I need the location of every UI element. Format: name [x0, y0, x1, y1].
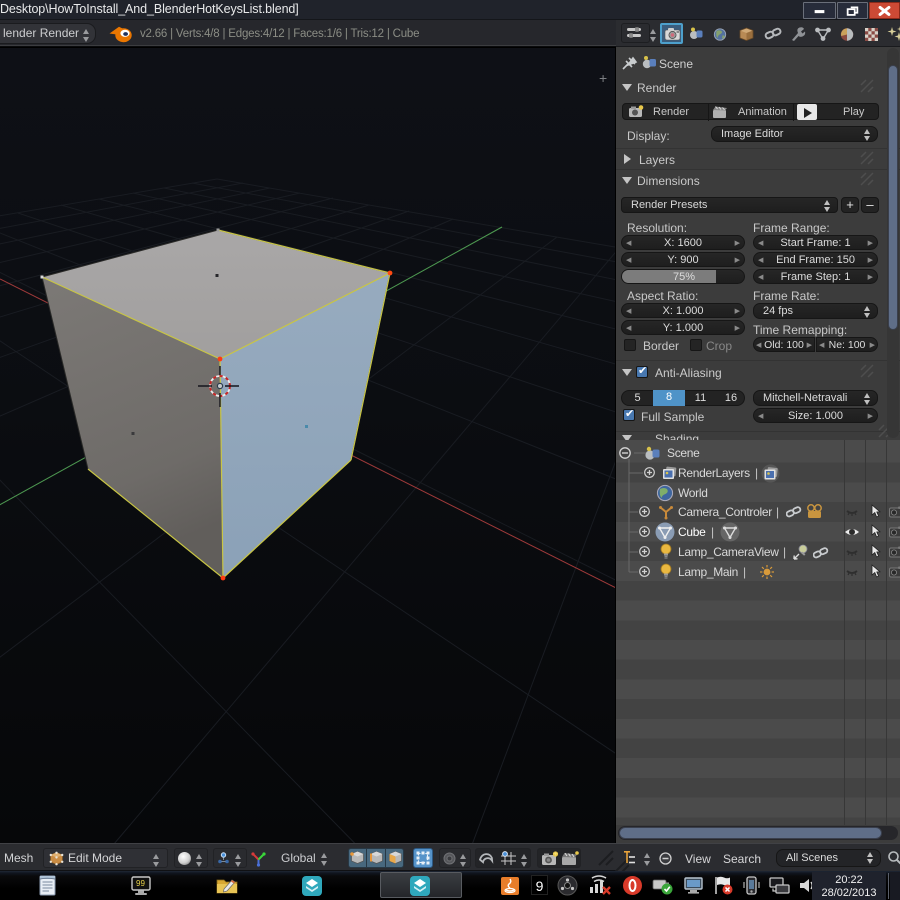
svg-text:99: 99	[136, 879, 145, 888]
